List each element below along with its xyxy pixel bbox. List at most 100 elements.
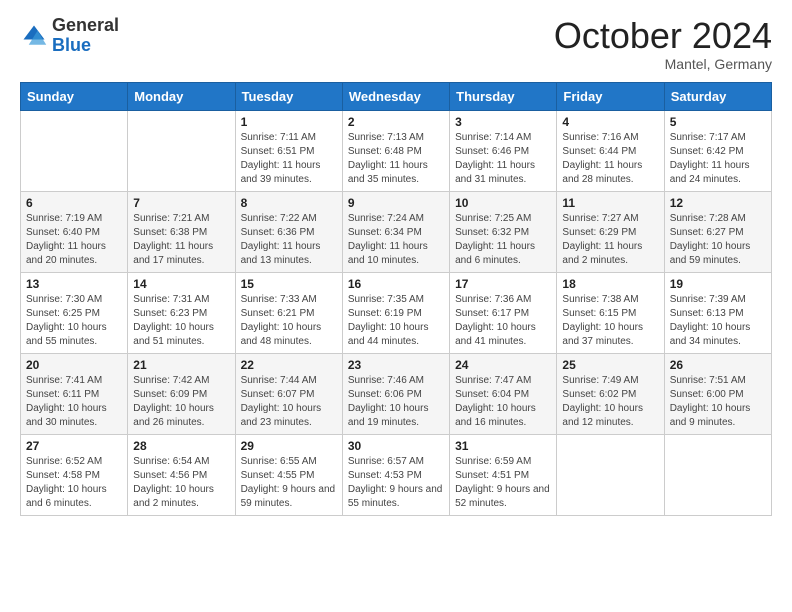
- day-cell: 14 Sunrise: 7:31 AM Sunset: 6:23 PM Dayli…: [128, 272, 235, 353]
- week-row-5: 27 Sunrise: 6:52 AM Sunset: 4:58 PM Dayli…: [21, 434, 772, 515]
- day-number: 3: [455, 115, 551, 129]
- day-number: 16: [348, 277, 444, 291]
- day-cell: 4 Sunrise: 7:16 AM Sunset: 6:44 PM Daylig…: [557, 110, 664, 191]
- logo-icon: [20, 22, 48, 50]
- day-number: 30: [348, 439, 444, 453]
- day-cell: 17Sunrise: 7:36 AM Sunset: 6:17 PM Dayli…: [450, 272, 557, 353]
- week-row-3: 13 Sunrise: 7:30 AM Sunset: 6:25 PM Dayli…: [21, 272, 772, 353]
- day-cell: 13 Sunrise: 7:30 AM Sunset: 6:25 PM Dayli…: [21, 272, 128, 353]
- day-number: 19: [670, 277, 766, 291]
- day-number: 4: [562, 115, 658, 129]
- logo: General Blue: [20, 16, 119, 56]
- day-number: 29: [241, 439, 337, 453]
- day-info: Sunrise: 7:27 AM Sunset: 6:29 PM Dayligh…: [562, 212, 658, 268]
- day-number: 2: [348, 115, 444, 129]
- day-info: Sunrise: 7:35 AM Sunset: 6:19 PM Dayligh…: [348, 293, 444, 349]
- day-cell: [557, 434, 664, 515]
- day-cell: 21Sunrise: 7:42 AM Sunset: 6:09 PM Dayli…: [128, 353, 235, 434]
- day-cell: 10 Sunrise: 7:25 AM Sunset: 6:32 PM Dayli…: [450, 191, 557, 272]
- day-cell: 2 Sunrise: 7:13 AM Sunset: 6:48 PM Daylig…: [342, 110, 449, 191]
- week-row-4: 20 Sunrise: 7:41 AM Sunset: 6:11 PM Dayli…: [21, 353, 772, 434]
- day-cell: 6 Sunrise: 7:19 AM Sunset: 6:40 PM Daylig…: [21, 191, 128, 272]
- day-info: Sunrise: 7:39 AM Sunset: 6:13 PM Dayligh…: [670, 293, 766, 349]
- day-info: Sunrise: 7:14 AM Sunset: 6:46 PM Dayligh…: [455, 131, 551, 187]
- day-cell: 27 Sunrise: 6:52 AM Sunset: 4:58 PM Dayli…: [21, 434, 128, 515]
- day-number: 6: [26, 196, 122, 210]
- day-cell: 31 Sunrise: 6:59 AM Sunset: 4:51 PM Dayli…: [450, 434, 557, 515]
- day-cell: 5Sunrise: 7:17 AM Sunset: 6:42 PM Daylig…: [664, 110, 771, 191]
- weekday-header-monday: Monday: [128, 82, 235, 110]
- day-cell: 19 Sunrise: 7:39 AM Sunset: 6:13 PM Dayli…: [664, 272, 771, 353]
- page: General Blue October 2024 Mantel, German…: [0, 0, 792, 612]
- weekday-header-friday: Friday: [557, 82, 664, 110]
- day-number: 22: [241, 358, 337, 372]
- day-info: Sunrise: 6:55 AM Sunset: 4:55 PM Dayligh…: [241, 455, 337, 511]
- day-info: Sunrise: 6:59 AM Sunset: 4:51 PM Dayligh…: [455, 455, 551, 511]
- day-info: Sunrise: 7:33 AM Sunset: 6:21 PM Dayligh…: [241, 293, 337, 349]
- day-number: 26: [670, 358, 766, 372]
- day-number: 20: [26, 358, 122, 372]
- day-cell: 15 Sunrise: 7:33 AM Sunset: 6:21 PM Dayli…: [235, 272, 342, 353]
- day-number: 23: [348, 358, 444, 372]
- day-number: 17: [455, 277, 551, 291]
- day-info: Sunrise: 7:41 AM Sunset: 6:11 PM Dayligh…: [26, 374, 122, 430]
- day-info: Sunrise: 7:22 AM Sunset: 6:36 PM Dayligh…: [241, 212, 337, 268]
- day-cell: 25 Sunrise: 7:49 AM Sunset: 6:02 PM Dayli…: [557, 353, 664, 434]
- day-info: Sunrise: 7:19 AM Sunset: 6:40 PM Dayligh…: [26, 212, 122, 268]
- day-cell: [128, 110, 235, 191]
- day-number: 13: [26, 277, 122, 291]
- day-info: Sunrise: 7:13 AM Sunset: 6:48 PM Dayligh…: [348, 131, 444, 187]
- day-cell: 16 Sunrise: 7:35 AM Sunset: 6:19 PM Dayli…: [342, 272, 449, 353]
- weekday-header-row: SundayMondayTuesdayWednesdayThursdayFrid…: [21, 82, 772, 110]
- day-info: Sunrise: 7:51 AM Sunset: 6:00 PM Dayligh…: [670, 374, 766, 430]
- day-number: 12: [670, 196, 766, 210]
- day-info: Sunrise: 7:30 AM Sunset: 6:25 PM Dayligh…: [26, 293, 122, 349]
- day-number: 14: [133, 277, 229, 291]
- day-number: 31: [455, 439, 551, 453]
- location-subtitle: Mantel, Germany: [554, 56, 772, 72]
- day-cell: 18Sunrise: 7:38 AM Sunset: 6:15 PM Dayli…: [557, 272, 664, 353]
- day-cell: 9 Sunrise: 7:24 AM Sunset: 6:34 PM Daylig…: [342, 191, 449, 272]
- day-info: Sunrise: 6:54 AM Sunset: 4:56 PM Dayligh…: [133, 455, 229, 511]
- day-number: 25: [562, 358, 658, 372]
- weekday-header-thursday: Thursday: [450, 82, 557, 110]
- day-info: Sunrise: 7:49 AM Sunset: 6:02 PM Dayligh…: [562, 374, 658, 430]
- header: General Blue October 2024 Mantel, German…: [20, 16, 772, 72]
- day-cell: 7 Sunrise: 7:21 AM Sunset: 6:38 PM Daylig…: [128, 191, 235, 272]
- weekday-header-saturday: Saturday: [664, 82, 771, 110]
- day-info: Sunrise: 7:21 AM Sunset: 6:38 PM Dayligh…: [133, 212, 229, 268]
- day-cell: 11Sunrise: 7:27 AM Sunset: 6:29 PM Dayli…: [557, 191, 664, 272]
- weekday-header-wednesday: Wednesday: [342, 82, 449, 110]
- calendar-table: SundayMondayTuesdayWednesdayThursdayFrid…: [20, 82, 772, 516]
- day-cell: 1Sunrise: 7:11 AM Sunset: 6:51 PM Daylig…: [235, 110, 342, 191]
- day-cell: 23Sunrise: 7:46 AM Sunset: 6:06 PM Dayli…: [342, 353, 449, 434]
- day-number: 27: [26, 439, 122, 453]
- day-number: 28: [133, 439, 229, 453]
- day-cell: [664, 434, 771, 515]
- day-number: 24: [455, 358, 551, 372]
- day-number: 18: [562, 277, 658, 291]
- day-info: Sunrise: 6:52 AM Sunset: 4:58 PM Dayligh…: [26, 455, 122, 511]
- day-info: Sunrise: 7:31 AM Sunset: 6:23 PM Dayligh…: [133, 293, 229, 349]
- day-info: Sunrise: 7:17 AM Sunset: 6:42 PM Dayligh…: [670, 131, 766, 187]
- week-row-2: 6 Sunrise: 7:19 AM Sunset: 6:40 PM Daylig…: [21, 191, 772, 272]
- weekday-header-tuesday: Tuesday: [235, 82, 342, 110]
- day-cell: 29 Sunrise: 6:55 AM Sunset: 4:55 PM Dayli…: [235, 434, 342, 515]
- day-number: 10: [455, 196, 551, 210]
- month-title: October 2024: [554, 16, 772, 56]
- day-info: Sunrise: 7:25 AM Sunset: 6:32 PM Dayligh…: [455, 212, 551, 268]
- day-info: Sunrise: 7:47 AM Sunset: 6:04 PM Dayligh…: [455, 374, 551, 430]
- day-cell: [21, 110, 128, 191]
- week-row-1: 1Sunrise: 7:11 AM Sunset: 6:51 PM Daylig…: [21, 110, 772, 191]
- day-cell: 30Sunrise: 6:57 AM Sunset: 4:53 PM Dayli…: [342, 434, 449, 515]
- day-number: 15: [241, 277, 337, 291]
- day-number: 1: [241, 115, 337, 129]
- day-number: 9: [348, 196, 444, 210]
- title-block: October 2024 Mantel, Germany: [554, 16, 772, 72]
- day-info: Sunrise: 7:16 AM Sunset: 6:44 PM Dayligh…: [562, 131, 658, 187]
- day-info: Sunrise: 7:24 AM Sunset: 6:34 PM Dayligh…: [348, 212, 444, 268]
- day-cell: 28 Sunrise: 6:54 AM Sunset: 4:56 PM Dayli…: [128, 434, 235, 515]
- day-number: 8: [241, 196, 337, 210]
- day-cell: 22Sunrise: 7:44 AM Sunset: 6:07 PM Dayli…: [235, 353, 342, 434]
- day-number: 7: [133, 196, 229, 210]
